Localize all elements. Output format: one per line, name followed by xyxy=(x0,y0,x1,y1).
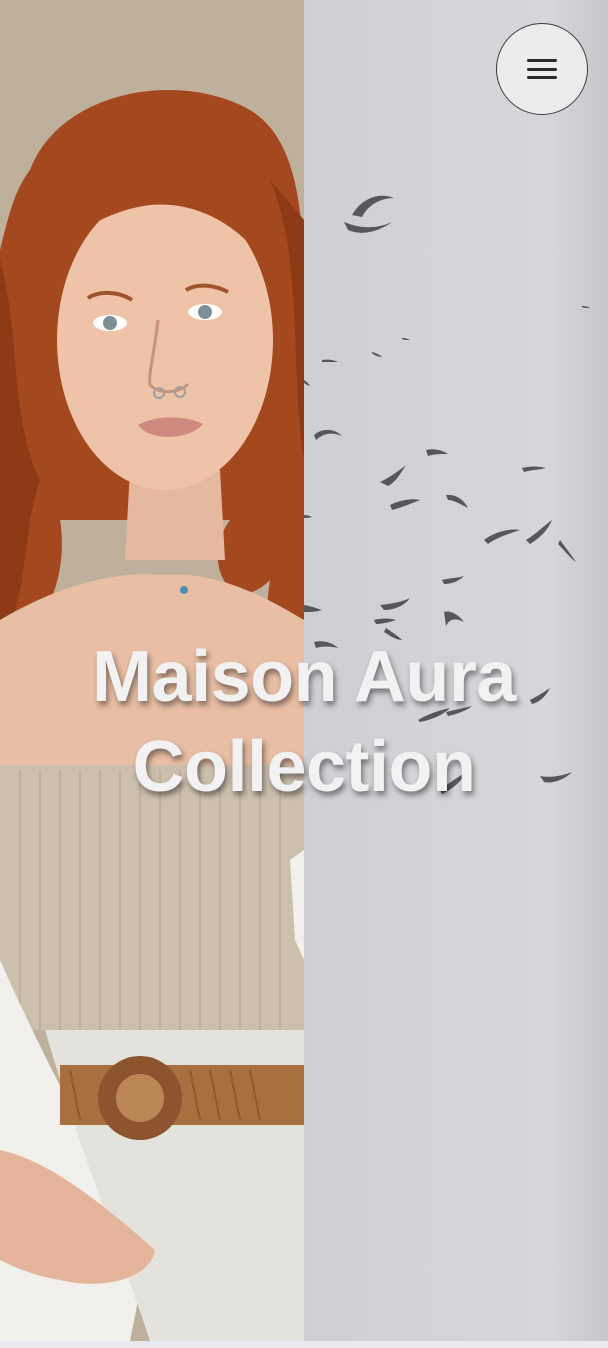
page-bottom-edge xyxy=(0,1341,608,1348)
hero-title-line-1: Maison Aura xyxy=(92,637,516,717)
hero-section: Maison Aura Collection xyxy=(0,0,608,1341)
menu-button[interactable] xyxy=(496,23,588,115)
hero-title-line-2: Collection xyxy=(132,727,476,807)
hamburger-menu-icon xyxy=(527,59,557,79)
hero-title: Maison Aura Collection xyxy=(0,632,608,812)
